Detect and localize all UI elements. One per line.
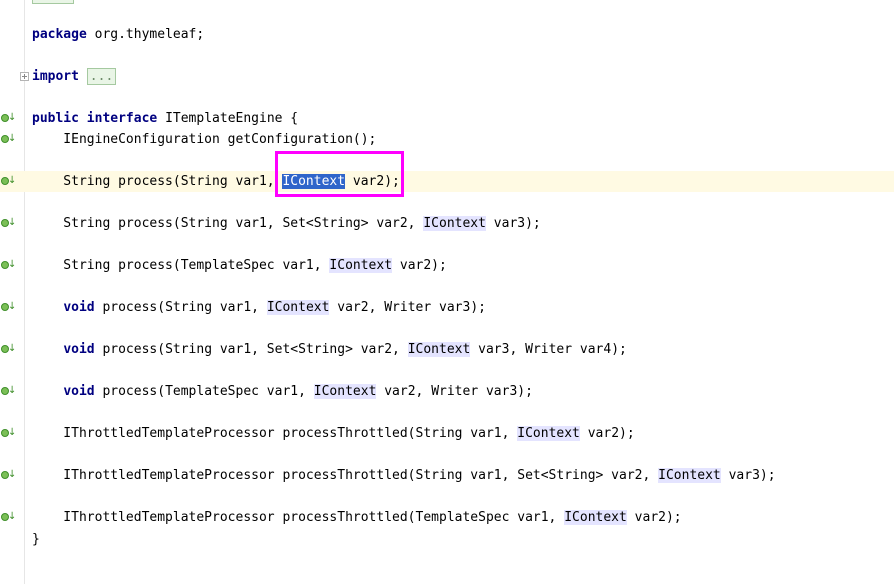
- code-text: IThrottledTemplateProcessor processThrot…: [32, 510, 565, 525]
- implementing-method-icon[interactable]: ↓: [1, 299, 16, 313]
- code-line[interactable]: ↓ IEngineConfiguration getConfiguration(…: [0, 129, 894, 150]
- implementing-method-icon[interactable]: ↓: [1, 341, 16, 355]
- implementing-method-icon[interactable]: ↓: [1, 425, 16, 439]
- usage-highlight[interactable]: IContext: [266, 300, 330, 315]
- code-line[interactable]: ↓ IThrottledTemplateProcessor processThr…: [0, 465, 894, 486]
- folded-region-fragment[interactable]: [32, 0, 74, 4]
- code-text: process(String var1,: [94, 300, 267, 315]
- code-text: IEngineConfiguration getConfiguration();: [32, 132, 377, 147]
- code-line[interactable]: }: [0, 529, 894, 550]
- code-text: var2, Writer var3);: [376, 384, 533, 399]
- code-line[interactable]: ↓ void process(String var1, IContext var…: [0, 297, 894, 318]
- code-text: String process(TemplateSpec var1,: [32, 258, 330, 273]
- code-text: var3);: [720, 468, 776, 483]
- annotation-highlight-box: [275, 151, 404, 197]
- code-editor[interactable]: package org.thymeleaf; import ... ↓ publ…: [0, 0, 894, 584]
- code-line[interactable]: ↓ public interface ITemplateEngine {: [0, 108, 894, 129]
- keyword: void: [63, 384, 95, 399]
- code-text: String process(String var1,: [32, 174, 283, 189]
- code-line[interactable]: ↓ String process(String var1, Set<String…: [0, 213, 894, 234]
- implementing-method-icon[interactable]: ↓: [1, 383, 16, 397]
- code-line[interactable]: ↓ IThrottledTemplateProcessor processThr…: [0, 507, 894, 528]
- code-text: var2);: [392, 258, 447, 273]
- code-text: IThrottledTemplateProcessor processThrot…: [32, 426, 518, 441]
- keyword: public: [32, 111, 79, 126]
- code-text: String process(String var1, Set<String> …: [32, 216, 424, 231]
- code-line-current[interactable]: ↓ String process(String var1, IContext v…: [0, 171, 894, 192]
- implementing-method-icon[interactable]: ↓: [1, 131, 16, 145]
- implementing-method-icon[interactable]: ↓: [1, 173, 16, 187]
- keyword: interface: [86, 111, 158, 126]
- usage-highlight[interactable]: IContext: [407, 342, 471, 357]
- code-text: process(String var1, Set<String> var2,: [94, 342, 408, 357]
- folded-imports[interactable]: ...: [86, 68, 117, 85]
- keyword: import: [32, 69, 79, 84]
- usage-highlight[interactable]: IContext: [313, 384, 377, 399]
- usage-highlight[interactable]: IContext: [517, 426, 580, 441]
- keyword: void: [63, 300, 95, 315]
- usage-highlight[interactable]: IContext: [564, 510, 627, 525]
- implementing-method-icon[interactable]: ↓: [1, 467, 16, 481]
- code-text: var3);: [485, 216, 541, 231]
- usage-highlight[interactable]: IContext: [329, 258, 393, 273]
- implementing-method-icon[interactable]: ↓: [1, 110, 16, 124]
- implementing-method-icon[interactable]: ↓: [1, 215, 16, 229]
- keyword: void: [63, 342, 95, 357]
- code-line[interactable]: ↓ void process(TemplateSpec var1, IConte…: [0, 381, 894, 402]
- implementing-method-icon[interactable]: ↓: [1, 509, 16, 523]
- usage-highlight[interactable]: IContext: [658, 468, 721, 483]
- code-text: }: [32, 532, 40, 547]
- keyword: package: [32, 27, 87, 42]
- code-line[interactable]: import ...: [0, 66, 894, 87]
- usage-highlight[interactable]: IContext: [423, 216, 486, 231]
- code-text: org.thymeleaf;: [86, 27, 205, 42]
- code-text: var2);: [626, 510, 682, 525]
- code-line[interactable]: ↓ void process(String var1, Set<String> …: [0, 339, 894, 360]
- code-line[interactable]: package org.thymeleaf;: [0, 24, 894, 45]
- implementing-method-icon[interactable]: ↓: [1, 257, 16, 271]
- code-line[interactable]: ↓ String process(TemplateSpec var1, ICon…: [0, 255, 894, 276]
- code-text: process(TemplateSpec var1,: [94, 384, 314, 399]
- code-text: var3, Writer var4);: [470, 342, 627, 357]
- code-text: ITemplateEngine {: [157, 111, 299, 126]
- code-text: var2);: [579, 426, 635, 441]
- code-line[interactable]: ↓ IThrottledTemplateProcessor processThr…: [0, 423, 894, 444]
- code-text: var2, Writer var3);: [329, 300, 486, 315]
- code-text: IThrottledTemplateProcessor processThrot…: [32, 468, 659, 483]
- expand-fold-icon[interactable]: [20, 72, 29, 81]
